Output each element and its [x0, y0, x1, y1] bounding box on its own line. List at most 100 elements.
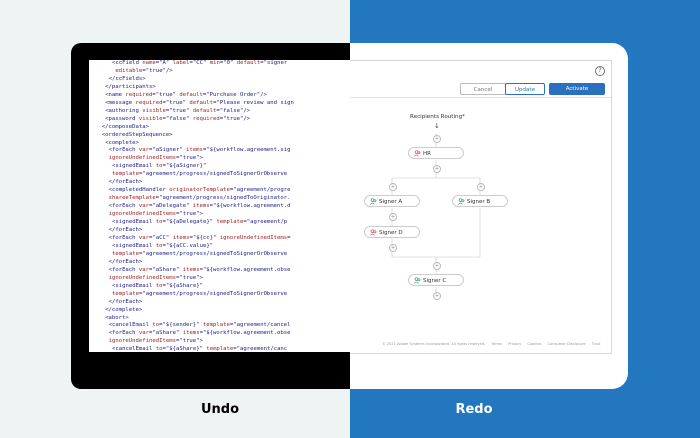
code-token: items [186, 147, 203, 154]
footer-link-terms[interactable]: Terms [491, 342, 502, 346]
code-token: "${cc}" [192, 234, 217, 241]
code-line: <abort> [95, 315, 350, 323]
code-line: <forEach var="aCC" items="${cc}" ignoreU… [95, 235, 350, 243]
code-token: "aShare" [152, 330, 180, 337]
footer-copyright: © 2021 Adobe Systems Incorporated. All r… [382, 342, 486, 346]
footer-link-privacy[interactable]: Privacy [508, 342, 521, 346]
code-token: <authoring [105, 107, 143, 114]
code-token: <completedHandler [108, 187, 170, 194]
code-token: items [182, 266, 200, 273]
code-token: "Purchase Order" [206, 91, 261, 98]
code-token: template [112, 290, 139, 297]
code-token: ignoreUndefinedItems [219, 234, 288, 241]
add-step-plus-icon[interactable]: + [389, 213, 397, 221]
undo-label: Undo [200, 402, 240, 417]
code-line: <signedEmail to="${aDelegate}" template=… [95, 219, 350, 227]
code-token: </forEach> [108, 179, 143, 186]
code-token: <ccField [112, 60, 143, 66]
routing-node-signer-d[interactable]: Signer D [364, 226, 420, 238]
code-token: <signedEmail [112, 282, 156, 289]
code-token: items [182, 330, 200, 337]
code-token: "signer [263, 60, 288, 66]
routing-node-signer-b[interactable]: Signer B [452, 195, 508, 207]
code-token: "true" [145, 67, 166, 74]
code-token: <signedEmail [112, 163, 156, 170]
code-token: shareeTemplate [108, 195, 156, 202]
add-step-plus-icon[interactable]: + [389, 183, 397, 191]
code-token: > [199, 155, 203, 162]
node-label: HR [423, 151, 431, 157]
code-line: template="agreement/progress/signedToSig… [95, 171, 350, 179]
group-recipient-icon [458, 198, 465, 205]
code-token: required [135, 99, 163, 106]
code-token: /> [165, 67, 173, 74]
code-token: template [112, 250, 139, 257]
code-token: default [192, 107, 217, 114]
code-token: template [112, 171, 139, 178]
code-line: <forEach var="aSigner" items="${workflow… [95, 147, 350, 155]
code-token: "true" [223, 115, 244, 122]
code-token: "agreement/progress/signedToSignerOrObse… [142, 171, 288, 178]
code-token: <message [105, 99, 136, 106]
code-token: "${workflow.agreement.sig [206, 147, 291, 154]
code-line: <signedEmail to="${aShare}" [95, 283, 350, 291]
code-token: "true" [165, 99, 187, 106]
code-token: <forEach [108, 203, 139, 210]
code-token: template [206, 346, 234, 352]
code-token: <orderedStepSequence> [101, 131, 173, 138]
code-token: "${workflow.agreement.d [213, 203, 291, 210]
code-token: <signedEmail [112, 219, 156, 226]
code-line: </forEach> [95, 259, 350, 267]
code-token: <signedEmail [112, 242, 156, 249]
code-line: <ccField name="A" label="CC" min="0" def… [95, 60, 350, 68]
footer-link-trust[interactable]: Trust [592, 342, 601, 346]
code-line: <forEach var="aShare" items="${workflow.… [95, 330, 350, 338]
code-line: ignoreUndefinedItems="true"> [95, 155, 350, 163]
code-token: "true" [179, 211, 200, 218]
add-step-plus-icon[interactable]: + [389, 244, 397, 252]
code-token: "agreement/progre [233, 187, 291, 194]
node-label: Signer A [379, 199, 403, 205]
code-token: "false" [165, 115, 190, 122]
code-token: "agreement/cancel [233, 322, 291, 329]
code-token: template [216, 219, 244, 226]
code-token: </ccFields> [108, 75, 146, 82]
code-token: "${aShare}" [165, 282, 203, 289]
code-line: <signedEmail to="${aSigner}" [95, 163, 350, 171]
code-token: "${aCC.value}" [165, 242, 214, 249]
code-token: "agreement/progress/signedToSignerOrObse… [142, 290, 288, 297]
xml-code-editor[interactable]: <ccField name="A" label="CC" min="0" def… [89, 60, 350, 352]
code-token: "true" [155, 91, 176, 98]
xml-code-text: <ccField name="A" label="CC" min="0" def… [89, 60, 350, 352]
code-token: var [138, 234, 150, 241]
add-step-plus-icon[interactable]: + [433, 292, 441, 300]
code-line: ignoreUndefinedItems="true"> [95, 275, 350, 283]
node-label: Signer D [379, 230, 403, 236]
footer-link-consumer-disclosure[interactable]: Consumer Disclosure [548, 342, 586, 346]
add-step-plus-icon[interactable]: + [433, 135, 441, 143]
routing-node-hr[interactable]: HR [408, 147, 464, 159]
code-line: </participants> [95, 84, 350, 92]
footer-link-cookies[interactable]: Cookies [527, 342, 541, 346]
code-line: editable="true"/> [95, 68, 350, 76]
code-line: </complete> [95, 307, 350, 315]
code-token: var [138, 147, 150, 154]
code-token: to [155, 219, 163, 226]
code-token: <cancelEmail [112, 346, 156, 352]
routing-node-signer-a[interactable]: Signer A [364, 195, 420, 207]
routing-node-signer-c[interactable]: Signer C [408, 274, 464, 286]
footer: © 2021 Adobe Systems Incorporated. All r… [382, 342, 612, 346]
add-step-plus-icon[interactable]: + [433, 262, 441, 270]
group-recipient-icon [414, 150, 421, 157]
code-token: <forEach [108, 234, 139, 241]
code-token: </composeData> [101, 123, 149, 130]
add-step-plus-icon[interactable]: + [433, 165, 441, 173]
code-token: </forEach> [108, 258, 143, 265]
group-recipient-icon [370, 229, 377, 236]
code-token: "aDelegate" [152, 203, 190, 210]
code-token: "agreement/progress/signedToOriginator. [159, 195, 291, 202]
code-token: > [199, 274, 203, 281]
code-token: min [209, 60, 220, 66]
code-token: items [172, 234, 190, 241]
add-step-plus-icon[interactable]: + [477, 183, 485, 191]
